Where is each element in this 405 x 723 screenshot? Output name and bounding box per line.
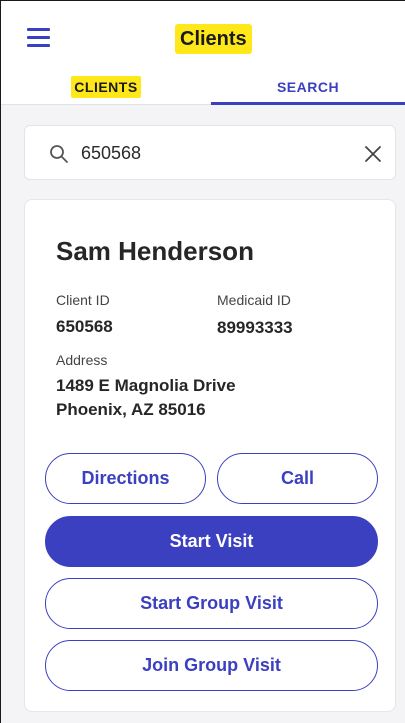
address-label: Address	[56, 352, 108, 368]
medicaid-id-value: 89993333	[217, 318, 293, 337]
client-card: Sam Henderson Client ID 650568 Medicaid …	[24, 199, 396, 712]
address-line-2: Phoenix, AZ 85016	[56, 400, 206, 419]
client-id-label: Client ID	[56, 292, 110, 308]
start-group-visit-button[interactable]: Start Group Visit	[45, 578, 378, 629]
start-visit-button[interactable]: Start Visit	[45, 516, 378, 567]
search-icon	[50, 145, 68, 163]
menu-bar	[27, 36, 50, 39]
client-id-value: 650568	[56, 317, 113, 336]
tab-search[interactable]: SEARCH	[211, 73, 405, 103]
menu-bar	[27, 44, 50, 47]
active-tab-indicator	[211, 102, 405, 105]
app-frame: Clients CLIENTS SEARCH Sam Henderson Cli…	[0, 0, 405, 723]
tab-divider	[1, 104, 211, 105]
app-header: Clients CLIENTS SEARCH	[1, 1, 405, 105]
call-button[interactable]: Call	[217, 453, 378, 504]
medicaid-id-label: Medicaid ID	[217, 292, 291, 308]
tab-clients-label: CLIENTS	[71, 76, 141, 98]
tab-clients[interactable]: CLIENTS	[1, 73, 211, 103]
search-input[interactable]	[81, 126, 361, 181]
page-title: Clients	[175, 24, 252, 54]
menu-bar	[27, 28, 50, 31]
join-group-visit-button[interactable]: Join Group Visit	[45, 640, 378, 691]
client-name: Sam Henderson	[56, 236, 254, 266]
directions-button[interactable]: Directions	[45, 453, 206, 504]
address-line-1: 1489 E Magnolia Drive	[56, 376, 236, 395]
hamburger-menu-icon[interactable]	[27, 28, 51, 48]
close-icon[interactable]	[363, 144, 383, 164]
search-bar	[24, 125, 396, 181]
tab-search-label: SEARCH	[276, 79, 340, 95]
